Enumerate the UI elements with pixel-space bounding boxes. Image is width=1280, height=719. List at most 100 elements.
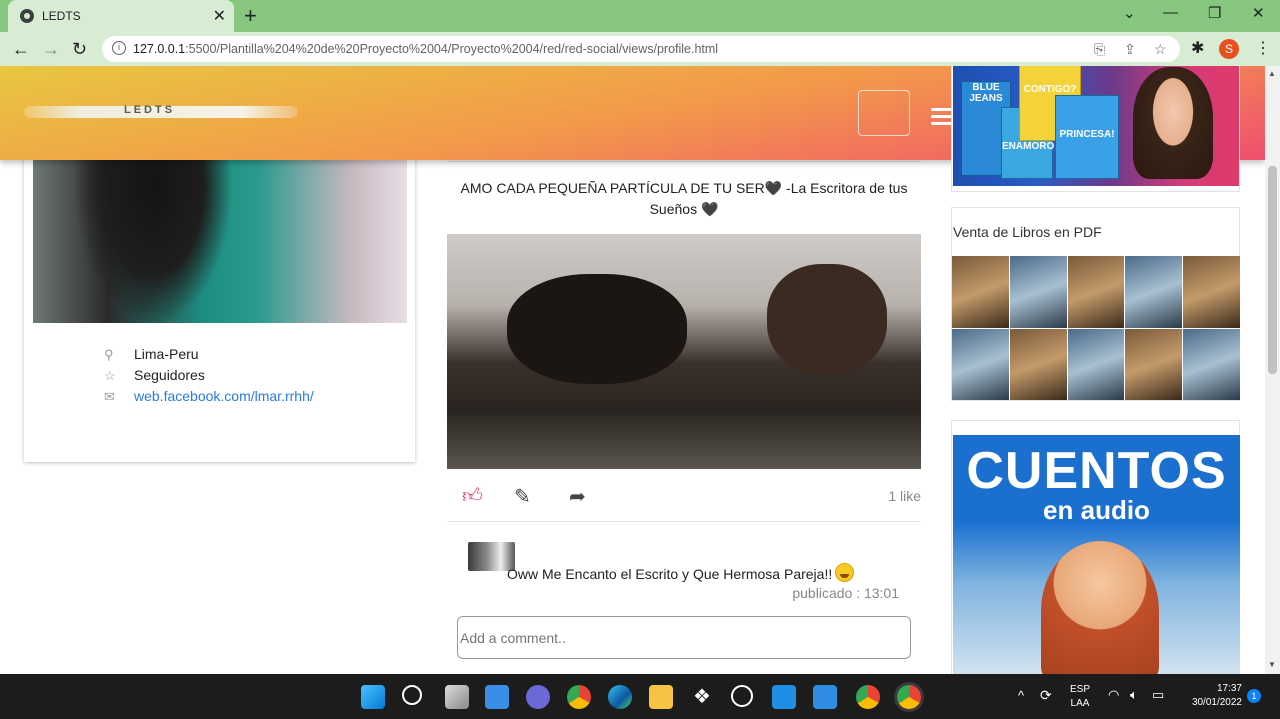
ad-banner-books[interactable]: BLUE JEANS ENAMORO CONTIGO? PRINCESA! xyxy=(951,66,1240,192)
profile-card: ⚲ Lima-Peru ☆ Seguidores ✉ web.facebook.com… xyxy=(24,146,415,462)
volume-icon[interactable]: 🔈︎ xyxy=(1130,687,1138,703)
time: 17:37 xyxy=(1216,683,1242,694)
ad-subtitle: en audio xyxy=(1043,495,1150,525)
presenter-photo xyxy=(1133,67,1213,179)
divider xyxy=(447,161,921,162)
hamburger-menu-icon[interactable] xyxy=(931,108,953,126)
dropbox-icon[interactable]: ❖ xyxy=(690,685,714,709)
post-text: AMO CADA PEQUEÑA PARTÍCULA DE TU SER🖤 -L… xyxy=(460,180,908,217)
date: 30/01/2022 xyxy=(1191,697,1242,708)
wifi-icon[interactable]: ◠ xyxy=(1108,687,1119,703)
taskbar: ❖ ^ ⟳ ESP LAA ◠ 🔈︎ ▭ 17:37 30/01/2022 1 xyxy=(0,674,1280,719)
book-cover: PRINCESA! xyxy=(1055,95,1119,179)
tab-search-icon[interactable]: ⌄ xyxy=(1123,4,1136,22)
tab-close-button[interactable]: ✕ xyxy=(213,6,226,26)
onedrive-sync-icon[interactable]: ⟳ xyxy=(1040,687,1052,704)
ad-image: CUENTOS en audio xyxy=(953,435,1240,674)
forward-button[interactable]: → xyxy=(42,39,60,60)
minimize-button[interactable]: — xyxy=(1163,4,1178,21)
browser-toolbar: ← → ↻ i 127.0.0.1:5500/Plantilla%204%20d… xyxy=(0,32,1280,66)
add-comment-input[interactable] xyxy=(457,616,911,659)
followers-label: Seguidores xyxy=(134,367,205,383)
clock[interactable]: 17:37 30/01/2022 xyxy=(1180,683,1242,708)
url-path: :5500/Plantilla%204%20de%20Proyecto%2004… xyxy=(185,42,719,56)
profile-link[interactable]: web.facebook.com/lmar.rrhh/ xyxy=(134,388,314,404)
ad-image: BLUE JEANS ENAMORO CONTIGO? PRINCESA! xyxy=(953,66,1239,186)
menu-icon[interactable]: ⋮ xyxy=(1255,38,1271,58)
divider xyxy=(447,521,921,522)
app-icon[interactable] xyxy=(731,685,753,707)
language-indicator[interactable]: ESP LAA xyxy=(1068,684,1092,709)
share-icon[interactable]: ⇪ xyxy=(1124,41,1136,58)
new-tab-button[interactable]: + xyxy=(244,3,257,29)
language-code: ESP xyxy=(1069,684,1090,695)
file-explorer-icon[interactable] xyxy=(649,685,673,709)
ad-pdf-books[interactable]: Venta de Libros en PDF xyxy=(951,207,1240,401)
battery-icon[interactable]: ▭ xyxy=(1152,687,1164,703)
ad-title: CUENTOS xyxy=(966,442,1227,500)
chrome-active-icon[interactable] xyxy=(897,685,921,709)
comment-timestamp: publicado : 13:01 xyxy=(792,585,899,601)
book-title: PRINCESA! xyxy=(1059,129,1115,140)
url-text: 127.0.0.1:5500/Plantilla%204%20de%20Proy… xyxy=(133,42,718,56)
post-image[interactable] xyxy=(447,234,921,469)
chrome-profile-icon[interactable] xyxy=(856,685,880,709)
share-arrow-icon[interactable]: ➦ xyxy=(569,484,586,509)
extensions-icon[interactable]: ✱ xyxy=(1191,38,1204,58)
search-icon[interactable] xyxy=(402,685,422,705)
book-title: BLUE JEANS xyxy=(969,82,1003,104)
globe-icon xyxy=(20,9,34,23)
child-illustration xyxy=(1041,541,1159,674)
notification-badge[interactable]: 1 xyxy=(1247,689,1261,703)
book-cover-grid xyxy=(952,256,1240,400)
book-title: ENAMORO xyxy=(1002,141,1055,152)
browser-tab-strip: LEDTS ✕ + ⌄ — ❐ ✕ xyxy=(0,0,1280,32)
comment-text: Oww Me Encanto el Escrito y Que Hermosa … xyxy=(507,566,833,582)
tab-title: LEDTS xyxy=(42,9,81,23)
bookmark-star-icon[interactable]: ☆ xyxy=(1154,41,1167,58)
ad-label: Venta de Libros en PDF xyxy=(953,224,1102,240)
task-view-icon[interactable] xyxy=(445,685,469,709)
map-pin-icon: ⚲ xyxy=(104,347,114,362)
header-search-box[interactable] xyxy=(858,90,910,136)
chrome-icon[interactable] xyxy=(567,685,591,709)
widgets-icon[interactable] xyxy=(485,685,509,709)
vscode-icon[interactable] xyxy=(772,685,796,709)
site-logo[interactable]: LEDTS xyxy=(24,104,298,118)
address-bar[interactable]: i 127.0.0.1:5500/Plantilla%204%20de%20Pr… xyxy=(102,36,1180,62)
envelope-icon: ✉ xyxy=(104,389,115,404)
restore-button[interactable]: ❐ xyxy=(1208,4,1221,22)
site-info-icon[interactable]: i xyxy=(112,41,126,55)
back-button[interactable]: ← xyxy=(12,39,30,60)
scroll-up-arrow-icon[interactable]: ▲ xyxy=(1268,69,1276,78)
keyboard-layout: LAA xyxy=(1070,698,1090,709)
edge-icon[interactable] xyxy=(608,685,632,709)
like-thumbs-up-icon[interactable]: 👍︎ xyxy=(462,484,483,508)
profile-location: ⚲ Lima-Peru xyxy=(104,346,199,363)
star-icon: ☆ xyxy=(104,368,116,383)
edit-icon[interactable]: ✎ xyxy=(514,484,531,509)
reload-button[interactable]: ↻ xyxy=(72,39,87,60)
start-icon[interactable] xyxy=(361,685,385,709)
logo-text: LEDTS xyxy=(124,104,176,116)
smiley-emoji-icon xyxy=(835,563,855,582)
teams-chat-icon[interactable] xyxy=(526,685,550,709)
location-text: Lima-Peru xyxy=(134,346,199,362)
browser-tab[interactable]: LEDTS ✕ xyxy=(8,0,234,32)
profile-followers: ☆ Seguidores xyxy=(104,367,205,384)
scrollbar-thumb[interactable] xyxy=(1268,166,1277,374)
page-viewport: LEDTS ⚲ Lima-Peru ☆ Seguidores ✉ web.facebo… xyxy=(0,66,1265,674)
comment: Oww Me Encanto el Escrito y Que Hermosa … xyxy=(507,563,855,582)
mail-icon[interactable] xyxy=(813,685,837,709)
profile-avatar[interactable]: S xyxy=(1219,39,1239,59)
like-count: 1 like xyxy=(888,488,921,504)
ad-audio-stories[interactable]: CUENTOS en audio xyxy=(951,420,1240,674)
translate-icon[interactable]: ⎘ xyxy=(1094,41,1105,58)
profile-photo[interactable] xyxy=(33,146,407,323)
profile-link-row: ✉ web.facebook.com/lmar.rrhh/ xyxy=(104,388,314,405)
url-host: 127.0.0.1 xyxy=(133,42,186,56)
scroll-down-arrow-icon[interactable]: ▼ xyxy=(1268,660,1276,669)
page-scrollbar[interactable]: ▲ ▼ xyxy=(1265,66,1280,674)
show-hidden-icons-icon[interactable]: ^ xyxy=(1018,688,1024,703)
close-window-button[interactable]: ✕ xyxy=(1252,4,1265,22)
